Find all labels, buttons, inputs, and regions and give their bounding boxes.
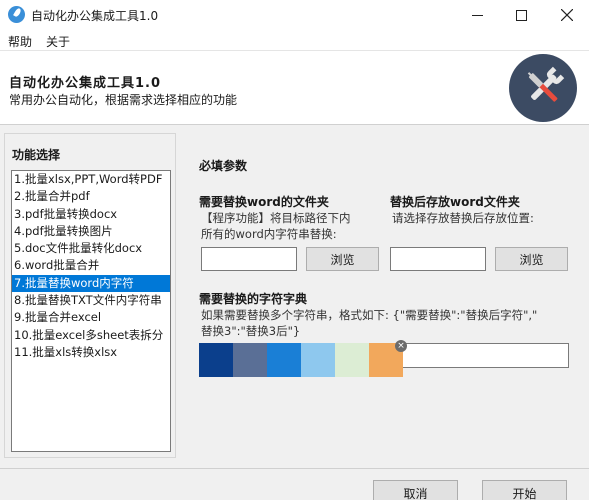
source-folder-desc-1: 【程序功能】将目标路径下内 xyxy=(201,211,351,225)
menu-bar: 帮助 关于 xyxy=(0,30,589,50)
section-title: 必填参数 xyxy=(199,159,248,173)
tools-icon xyxy=(509,54,577,122)
list-item[interactable]: 10.批量excel多sheet表拆分 xyxy=(12,327,170,344)
close-button[interactable] xyxy=(545,0,589,30)
color-swatch xyxy=(267,343,301,377)
list-item[interactable]: 7.批量替换word内字符 xyxy=(12,274,170,293)
color-swatch xyxy=(335,343,369,377)
feather-icon xyxy=(8,6,25,23)
minimize-icon xyxy=(471,14,483,16)
function-group: 功能选择 1.批量xlsx,PPT,Word转PDF 2.批量合并pdf 3.pdf… xyxy=(4,133,176,458)
source-browse-button[interactable]: 浏览 xyxy=(306,247,379,271)
menu-help[interactable]: 帮助 xyxy=(8,33,32,50)
maximize-icon xyxy=(515,9,527,21)
list-item[interactable]: 2.批量合并pdf xyxy=(12,188,170,205)
dict-desc-2: 替换3":"替换3后"} xyxy=(201,324,301,338)
function-group-title: 功能选择 xyxy=(12,148,61,162)
target-browse-button[interactable]: 浏览 xyxy=(495,247,568,271)
list-item[interactable]: 11.批量xls转换xlsx xyxy=(12,344,170,361)
start-button[interactable]: 开始 xyxy=(482,480,567,500)
cancel-button[interactable]: 取消 xyxy=(373,480,458,500)
source-folder-label: 需要替换word的文件夹 xyxy=(199,195,329,209)
clear-icon[interactable]: × xyxy=(395,340,407,352)
header-title: 自动化办公集成工具1.0 xyxy=(9,76,162,91)
list-item[interactable]: 3.pdf批量转换docx xyxy=(12,206,170,223)
list-item[interactable]: 5.doc文件批量转化docx xyxy=(12,240,170,257)
minimize-button[interactable] xyxy=(455,0,499,30)
color-swatch xyxy=(199,343,233,377)
color-swatch-bar xyxy=(199,343,403,377)
dict-label: 需要替换的字符字典 xyxy=(199,292,308,306)
dict-desc-1: 如果需要替换多个字符串，格式如下: {"需要替换":"替换后字符"," xyxy=(201,308,538,322)
title-bar: 自动化办公集成工具1.0 xyxy=(0,0,589,30)
list-item[interactable]: 1.批量xlsx,PPT,Word转PDF xyxy=(12,171,170,188)
target-folder-input[interactable] xyxy=(390,247,486,271)
color-swatch xyxy=(233,343,267,377)
color-swatch xyxy=(301,343,335,377)
function-list[interactable]: 1.批量xlsx,PPT,Word转PDF 2.批量合并pdf 3.pdf批量转换d… xyxy=(11,170,171,452)
header-panel: 自动化办公集成工具1.0 常用办公自动化，根据需求选择相应的功能 xyxy=(0,50,589,125)
target-folder-desc: 请选择存放替换后存放位置: xyxy=(392,211,534,225)
target-folder-label: 替换后存放word文件夹 xyxy=(390,195,520,209)
source-folder-input[interactable] xyxy=(201,247,297,271)
list-item[interactable]: 9.批量合并excel xyxy=(12,309,170,326)
menu-about[interactable]: 关于 xyxy=(46,33,70,50)
list-item[interactable]: 4.pdf批量转换图片 xyxy=(12,223,170,240)
list-item[interactable]: 8.批量替换TXT文件内字符串 xyxy=(12,292,170,309)
close-icon xyxy=(561,9,573,21)
maximize-button[interactable] xyxy=(499,0,543,30)
list-item[interactable]: 6.word批量合并 xyxy=(12,257,170,274)
source-folder-desc-2: 所有的word内字符串替换: xyxy=(201,227,337,241)
window-title: 自动化办公集成工具1.0 xyxy=(31,9,159,23)
header-subtitle: 常用办公自动化，根据需求选择相应的功能 xyxy=(9,93,238,107)
footer-divider xyxy=(0,468,589,469)
